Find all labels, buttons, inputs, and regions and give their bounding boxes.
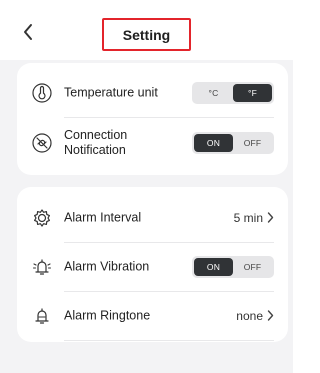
alarm-settings-card: Alarm Interval 5 min Alarm Vibration ON …: [17, 187, 288, 342]
gear-icon: [31, 207, 53, 229]
celsius-option[interactable]: °C: [194, 84, 233, 102]
back-button[interactable]: [18, 22, 38, 42]
chevron-left-icon: [24, 24, 32, 40]
divider: [64, 340, 274, 341]
connection-notification-label: Connection Notification: [64, 128, 128, 157]
vibration-on-option[interactable]: ON: [194, 257, 233, 276]
vibration-off-option[interactable]: OFF: [233, 258, 272, 276]
alarm-interval-row[interactable]: Alarm Interval 5 min: [17, 193, 288, 242]
connection-on-option[interactable]: ON: [194, 134, 233, 152]
alarm-vibration-toggle[interactable]: ON OFF: [192, 255, 274, 278]
alarm-interval-value: 5 min: [234, 211, 274, 225]
connection-notification-row: Connection Notification ON OFF: [17, 118, 288, 168]
temperature-unit-label: Temperature unit: [64, 85, 158, 99]
alarm-vibration-label: Alarm Vibration: [64, 259, 150, 273]
chevron-right-icon: [267, 212, 274, 223]
alarm-ringtone-row[interactable]: Alarm Ringtone none: [17, 291, 288, 340]
alarm-ringtone-text: none: [236, 308, 263, 323]
vibrating-bell-icon: [31, 256, 53, 278]
thermometer-icon: [31, 82, 53, 104]
temperature-unit-row: Temperature unit °C °F: [17, 68, 288, 117]
alarm-interval-label: Alarm Interval: [64, 210, 142, 224]
chevron-right-icon: [267, 310, 274, 321]
page-title: Setting: [102, 18, 191, 51]
top-bar: Setting: [0, 0, 293, 60]
fahrenheit-option[interactable]: °F: [233, 83, 272, 102]
alarm-ringtone-value: none: [236, 309, 274, 323]
settings-screen: Setting Temperature unit °C °F Connectio…: [0, 0, 293, 373]
alarm-vibration-row: Alarm Vibration ON OFF: [17, 242, 288, 291]
connection-off-option[interactable]: OFF: [233, 134, 272, 152]
link-off-icon: [31, 132, 53, 154]
general-settings-card: Temperature unit °C °F Connection Notifi…: [17, 63, 288, 175]
alarm-ringtone-label: Alarm Ringtone: [64, 308, 151, 322]
bell-icon: [31, 305, 53, 327]
alarm-interval-text: 5 min: [233, 210, 263, 225]
temperature-unit-toggle[interactable]: °C °F: [192, 81, 274, 104]
connection-notification-toggle[interactable]: ON OFF: [192, 132, 274, 154]
